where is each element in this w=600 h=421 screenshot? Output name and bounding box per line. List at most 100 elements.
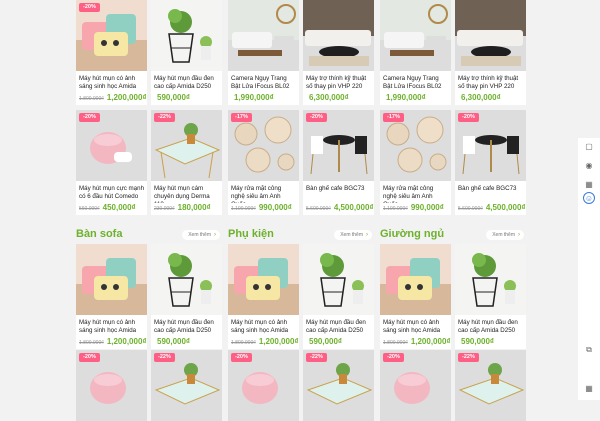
product-name[interactable]: Bàn ghế cafe BGC73 [455, 181, 526, 203]
product-card[interactable]: Máy hút mụn đầu đen cao cấp Amida D250 5… [151, 244, 222, 349]
product-card[interactable]: Máy hút mụn đầu đen cao cấp Amida D250 5… [303, 244, 374, 349]
product-name[interactable]: Máy hút mụn cực mạnh có 6 đầu hút Comedo [76, 181, 147, 203]
product-name[interactable]: Bàn ghế cafe BGC73 [303, 181, 374, 203]
product-name[interactable]: Máy hút mụn đầu đen cao cấp Amida D250 [151, 315, 222, 337]
grid-icon[interactable]: ▦ [583, 382, 595, 394]
product-image[interactable]: -20% [76, 110, 147, 181]
old-price: 560.000₫ [79, 206, 100, 212]
product-card[interactable]: Máy hút mụn có ảnh sáng sinh học Amida 1… [228, 244, 299, 349]
product-image[interactable] [151, 244, 222, 315]
product-name[interactable]: Máy hút mụn có ảnh sáng sinh học Amida [76, 315, 147, 337]
product-name[interactable]: Máy hút mụn cám chuyên dụng Derma 110 [151, 181, 222, 203]
product-card[interactable]: Máy hút mụn đầu đen cao cấp Amida D250 5… [455, 244, 526, 349]
product-card[interactable]: -20% Bàn ghế cafe BGC73 5.600.000₫ 4,500,… [303, 110, 374, 215]
old-price: 1.800.000₫ [231, 340, 256, 346]
product-column: Camera Ngụy Trang Bật Lửa IFocus BL02 1,… [380, 0, 526, 421]
product-image[interactable] [380, 244, 451, 315]
product-name[interactable]: Máy hút mụn đầu đen cao cấp Amida D250 [151, 71, 222, 93]
grid-icon[interactable]: ▦ [583, 178, 595, 190]
price: 4,500,000₫ [485, 203, 526, 212]
product-card[interactable]: -22% Máy hút mụn cám chuyên dụng Derma 1… [151, 110, 222, 215]
discount-badge: -22% [458, 353, 479, 362]
product-image[interactable] [380, 0, 451, 71]
view-more-button[interactable]: Xem thêm › [334, 230, 372, 240]
discount-badge: -17% [383, 113, 404, 122]
product-image[interactable]: -20% [76, 350, 147, 421]
view-more-button[interactable]: Xem thêm › [486, 230, 524, 240]
product-card[interactable]: Máy hút mụn có ảnh sáng sinh học Amida 1… [76, 244, 147, 349]
price: 1,990,000₫ [234, 93, 274, 102]
discount-badge: -22% [306, 353, 327, 362]
product-card[interactable]: Máy hút mụn có ảnh sáng sinh học Amida 1… [380, 244, 451, 349]
product-card[interactable]: Máy hút mụn đầu đen cao cấp Amida D250 5… [151, 0, 222, 105]
product-name[interactable]: Máy rửa mặt công nghệ siêu âm Anh Quốc [228, 181, 299, 203]
product-card[interactable]: -20% [380, 350, 451, 421]
product-name[interactable]: Máy hút mụn có ảnh sáng sinh học Amida [228, 315, 299, 337]
product-name[interactable]: Máy trợ thính kỹ thuật số thay pin VHP 2… [455, 71, 526, 93]
product-name[interactable]: Máy hút mụn đầu đen cao cấp Amida D250 [303, 315, 374, 337]
copy-icon[interactable]: ⧉ [583, 344, 595, 356]
product-name[interactable]: Máy hút mụn có ảnh sáng sinh học Amida [76, 71, 147, 93]
product-image[interactable]: -20% [228, 350, 299, 421]
product-image[interactable] [228, 244, 299, 315]
product-image[interactable]: -22% [151, 350, 222, 421]
product-card[interactable]: Máy trợ thính kỹ thuật số thay pin VHP 2… [303, 0, 374, 105]
product-image[interactable]: -20% [380, 350, 451, 421]
product-name[interactable]: Camera Ngụy Trang Bật Lửa IFocus BL02 [380, 71, 451, 93]
product-name[interactable]: Máy trợ thính kỹ thuật số thay pin VHP 2… [303, 71, 374, 93]
price: 450,000₫ [102, 203, 136, 212]
product-card[interactable]: Camera Ngụy Trang Bật Lửa IFocus BL02 1,… [228, 0, 299, 105]
product-name[interactable]: Máy rửa mặt công nghệ siêu âm Anh Quốc [380, 181, 451, 203]
price: 1,200,000₫ [106, 337, 147, 346]
price: 590,000₫ [461, 337, 495, 346]
product-card[interactable]: -20% Máy hút mụn cực mạnh có 6 đầu hút C… [76, 110, 147, 215]
section-title: Phụ kiện [228, 228, 274, 240]
product-image[interactable]: -22% [455, 350, 526, 421]
product-image[interactable]: -17% [380, 110, 451, 181]
price: 590,000₫ [157, 93, 191, 102]
product-card[interactable]: -20% [228, 350, 299, 421]
view-more-button[interactable]: Xem thêm › [182, 230, 220, 240]
product-image[interactable]: -22% [303, 350, 374, 421]
product-card[interactable]: -20% [76, 350, 147, 421]
product-image[interactable]: -20% [76, 0, 147, 71]
discount-badge: -20% [79, 3, 100, 12]
product-card[interactable]: -20% Máy hút mụn có ảnh sáng sinh học Am… [76, 0, 147, 105]
product-image[interactable]: -20% [455, 110, 526, 181]
support-icon[interactable]: ◉ [583, 159, 595, 171]
discount-badge: -20% [458, 113, 479, 122]
product-image[interactable] [455, 0, 526, 71]
product-page: -20% Máy hút mụn có ảnh sáng sinh học Am… [76, 0, 526, 421]
product-card[interactable]: -22% [151, 350, 222, 421]
product-name[interactable]: Máy hút mụn có ảnh sáng sinh học Amida [380, 315, 451, 337]
product-image[interactable] [455, 244, 526, 315]
product-image[interactable]: -17% [228, 110, 299, 181]
product-card[interactable]: -17% Máy rửa mặt công nghệ siêu âm Anh Q… [228, 110, 299, 215]
book-icon[interactable]: ▢ [583, 140, 595, 152]
discount-badge: -22% [154, 113, 175, 122]
product-name[interactable]: Camera Ngụy Trang Bật Lửa IFocus BL02 [228, 71, 299, 93]
product-column: Camera Ngụy Trang Bật Lửa IFocus BL02 1,… [228, 0, 374, 421]
product-image[interactable] [228, 0, 299, 71]
old-price: 1.190.000₫ [231, 206, 256, 212]
product-column: -20% Máy hút mụn có ảnh sáng sinh học Am… [76, 0, 222, 421]
product-name[interactable]: Máy hút mụn đầu đen cao cấp Amida D250 [455, 315, 526, 337]
face-icon[interactable]: ☺ [583, 192, 595, 204]
section-title: Giường ngủ [380, 228, 445, 240]
product-image[interactable]: -22% [151, 110, 222, 181]
product-card[interactable]: Camera Ngụy Trang Bật Lửa IFocus BL02 1,… [380, 0, 451, 105]
product-image[interactable]: -20% [303, 110, 374, 181]
price: 590,000₫ [157, 337, 191, 346]
section-header: Bàn sofa Xem thêm › [76, 226, 222, 242]
product-image[interactable] [303, 244, 374, 315]
product-card[interactable]: -22% [455, 350, 526, 421]
product-image[interactable] [76, 244, 147, 315]
product-card[interactable]: Máy trợ thính kỹ thuật số thay pin VHP 2… [455, 0, 526, 105]
section-title: Bàn sofa [76, 228, 123, 240]
price: 6,300,000₫ [309, 93, 349, 102]
product-image[interactable] [303, 0, 374, 71]
product-card[interactable]: -22% [303, 350, 374, 421]
product-card[interactable]: -20% Bàn ghế cafe BGC73 5.600.000₫ 4,500,… [455, 110, 526, 215]
product-card[interactable]: -17% Máy rửa mặt công nghệ siêu âm Anh Q… [380, 110, 451, 215]
product-image[interactable] [151, 0, 222, 71]
